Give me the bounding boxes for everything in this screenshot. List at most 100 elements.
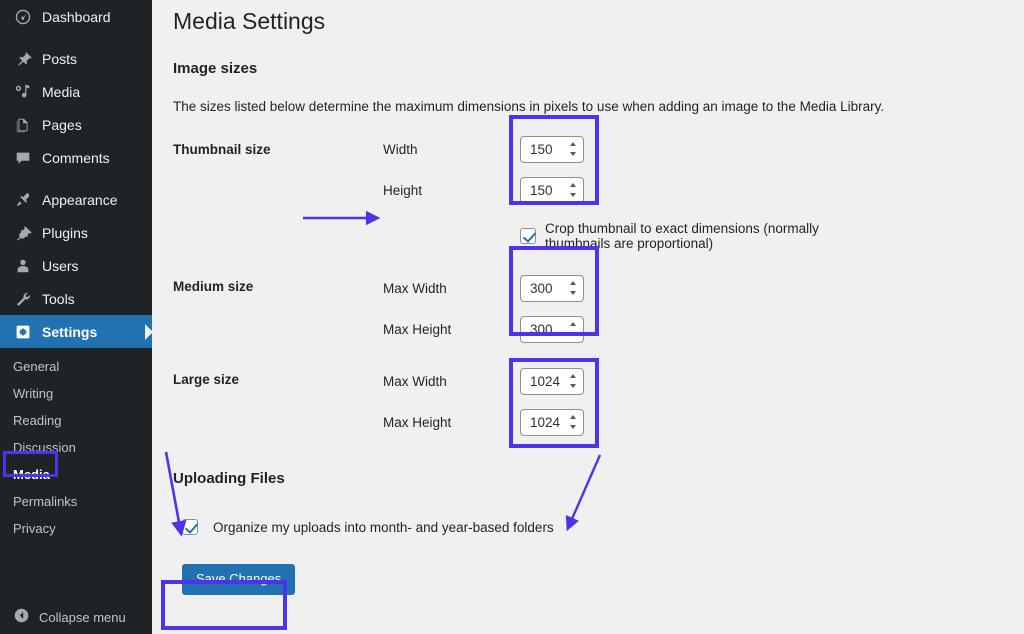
sidebar-item-label: Dashboard [42, 9, 111, 25]
dashboard-icon [13, 7, 33, 27]
crop-thumbnail-row: Crop thumbnail to exact dimensions (norm… [520, 217, 863, 251]
table-row-medium: Medium size Max Width 300 [173, 257, 873, 350]
medium-height-row: Max Height 300 [383, 314, 863, 344]
uploading-files-heading: Uploading Files [173, 469, 1024, 489]
image-sizes-description: The sizes listed below determine the max… [173, 79, 1024, 116]
sidebar-item-label: Settings [42, 324, 97, 340]
sidebar-item-plugins[interactable]: Plugins [0, 216, 152, 249]
pages-icon [13, 115, 33, 135]
appearance-icon [13, 190, 33, 210]
medium-size-fields: Max Width 300 Max Height 300 [383, 257, 873, 350]
thumbnail-size-label: Thumbnail size [173, 128, 383, 257]
large-height-row: Max Height 1024 [383, 407, 863, 437]
sidebar-item-media[interactable]: Media [0, 75, 152, 108]
stepper-icon[interactable] [569, 183, 577, 197]
medium-size-label: Medium size [173, 257, 383, 350]
large-max-height-label: Max Height [383, 415, 520, 430]
collapse-menu-label: Collapse menu [39, 610, 126, 625]
image-sizes-heading: Image sizes [173, 45, 1024, 79]
stepper-icon[interactable] [569, 142, 577, 156]
sidebar-item-label: Plugins [42, 225, 88, 241]
sidebar-item-label: Tools [42, 291, 75, 307]
submenu-item-reading[interactable]: Reading [0, 407, 152, 434]
medium-max-height-label: Max Height [383, 322, 520, 337]
stepper-icon[interactable] [569, 374, 577, 388]
table-row-thumbnail: Thumbnail size Width 150 [173, 128, 873, 257]
sidebar-item-posts[interactable]: Posts [0, 42, 152, 75]
sidebar-item-dashboard[interactable]: Dashboard [0, 0, 152, 33]
sidebar-item-label: Comments [42, 150, 110, 166]
sidebar-separator [0, 174, 152, 183]
medium-max-height-value: 300 [530, 322, 553, 337]
collapse-arrow-icon [13, 607, 30, 627]
large-max-width-value: 1024 [530, 374, 560, 389]
stepper-icon[interactable] [569, 322, 577, 336]
sidebar-menu: Dashboard Posts Media Pages [0, 0, 152, 550]
submenu-item-media[interactable]: Media [0, 461, 152, 488]
sidebar-item-appearance[interactable]: Appearance [0, 183, 152, 216]
organize-uploads-row: Organize my uploads into month- and year… [182, 515, 1024, 535]
submenu-item-permalinks[interactable]: Permalinks [0, 488, 152, 515]
medium-width-row: Max Width 300 [383, 273, 863, 303]
thumbnail-height-input[interactable]: 150 [520, 177, 584, 204]
sidebar-item-label: Appearance [42, 192, 118, 208]
stepper-icon[interactable] [569, 415, 577, 429]
medium-max-width-value: 300 [530, 281, 553, 296]
submenu-item-general[interactable]: General [0, 353, 152, 380]
large-size-label: Large size [173, 350, 383, 443]
thumbnail-height-value: 150 [530, 183, 553, 198]
sidebar-item-label: Pages [42, 117, 82, 133]
stepper-icon[interactable] [569, 281, 577, 295]
large-max-height-input[interactable]: 1024 [520, 409, 584, 436]
thumbnail-height-label: Height [383, 183, 520, 198]
pin-icon [13, 49, 33, 69]
organize-uploads-checkbox[interactable] [182, 519, 198, 535]
sidebar-separator [0, 33, 152, 42]
thumbnail-width-label: Width [383, 142, 520, 157]
save-button-wrap: Save Changes [182, 564, 1024, 595]
submenu-item-privacy[interactable]: Privacy [0, 515, 152, 542]
large-size-fields: Max Width 1024 Max Height 1024 [383, 350, 873, 443]
sidebar-item-pages[interactable]: Pages [0, 108, 152, 141]
media-icon [13, 82, 33, 102]
sidebar-item-label: Posts [42, 51, 77, 67]
admin-sidebar: Dashboard Posts Media Pages [0, 0, 152, 634]
medium-max-width-input[interactable]: 300 [520, 275, 584, 302]
medium-max-height-input[interactable]: 300 [520, 316, 584, 343]
submenu-item-discussion[interactable]: Discussion [0, 434, 152, 461]
collapse-menu-wrap: Collapse menu [0, 600, 152, 634]
thumbnail-width-row: Width 150 [383, 134, 863, 164]
sidebar-item-label: Users [42, 258, 79, 274]
image-sizes-table: Thumbnail size Width 150 [173, 128, 873, 443]
thumbnail-width-input[interactable]: 150 [520, 136, 584, 163]
medium-max-width-label: Max Width [383, 281, 520, 296]
sidebar-item-label: Media [42, 84, 80, 100]
comments-icon [13, 148, 33, 168]
crop-thumbnail-checkbox[interactable] [520, 228, 536, 244]
submenu-item-writing[interactable]: Writing [0, 380, 152, 407]
page-title: Media Settings [173, 0, 1024, 45]
settings-icon [13, 322, 33, 342]
large-width-row: Max Width 1024 [383, 366, 863, 396]
plugins-icon [13, 223, 33, 243]
save-changes-button[interactable]: Save Changes [182, 564, 295, 595]
sidebar-item-users[interactable]: Users [0, 249, 152, 282]
large-max-height-value: 1024 [530, 415, 560, 430]
users-icon [13, 256, 33, 276]
thumbnail-width-value: 150 [530, 142, 553, 157]
media-settings-content: Media Settings Image sizes The sizes lis… [152, 0, 1024, 634]
crop-thumbnail-label: Crop thumbnail to exact dimensions (norm… [545, 221, 863, 251]
thumbnail-height-row: Height 150 [383, 175, 863, 205]
collapse-menu-button[interactable]: Collapse menu [0, 600, 152, 634]
large-max-width-input[interactable]: 1024 [520, 368, 584, 395]
table-row-large: Large size Max Width 1024 [173, 350, 873, 443]
tools-icon [13, 289, 33, 309]
sidebar-item-tools[interactable]: Tools [0, 282, 152, 315]
large-max-width-label: Max Width [383, 374, 520, 389]
organize-uploads-label: Organize my uploads into month- and year… [213, 520, 554, 535]
settings-submenu: General Writing Reading Discussion Media… [0, 348, 152, 550]
thumbnail-size-fields: Width 150 Height 150 [383, 128, 873, 257]
sidebar-item-settings[interactable]: Settings [0, 315, 152, 348]
wordpress-admin-screen: Dashboard Posts Media Pages [0, 0, 1024, 634]
sidebar-item-comments[interactable]: Comments [0, 141, 152, 174]
